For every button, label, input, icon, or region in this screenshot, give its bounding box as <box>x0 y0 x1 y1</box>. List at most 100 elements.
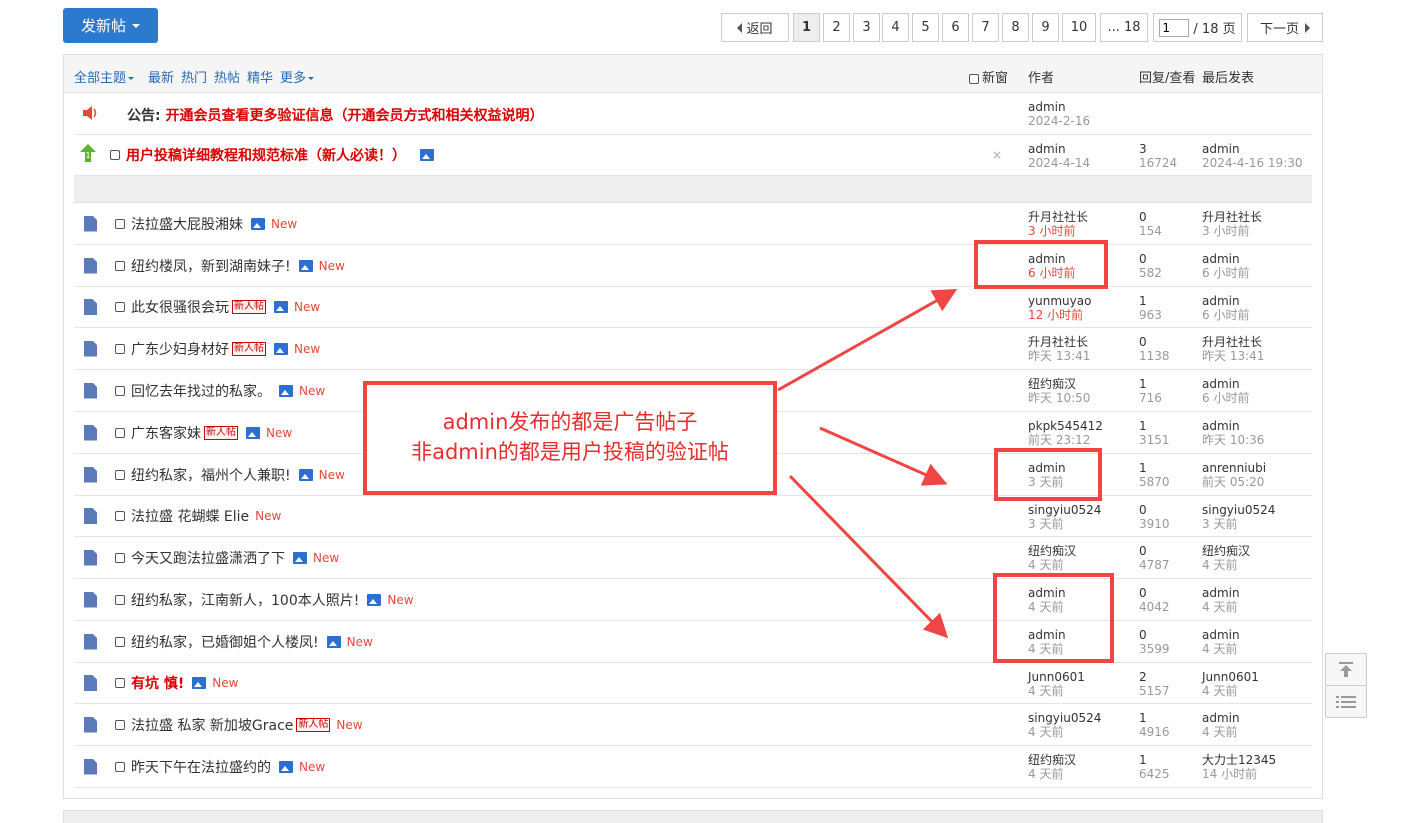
page-jump-input[interactable] <box>1159 18 1190 37</box>
pinned-author[interactable]: admin <box>1028 142 1090 156</box>
thread-author[interactable]: pkpk545412 <box>1028 419 1103 433</box>
thread-select-checkbox[interactable] <box>115 511 125 521</box>
page-link-3[interactable]: 3 <box>853 13 880 42</box>
pinned-last-user[interactable]: admin <box>1202 142 1303 156</box>
thread-row[interactable]: 法拉盛大屁股湘妹 New 升月社社长 3 小时前 0 154 升月社社长 3 小时前 <box>74 203 1312 245</box>
thread-last-user[interactable]: admin <box>1202 252 1249 266</box>
thread-title[interactable]: 回忆去年找过的私家。 <box>131 381 271 401</box>
thread-title[interactable]: 广东少妇身材好 <box>131 339 229 359</box>
filter-featured[interactable]: 精华 <box>247 67 273 86</box>
thread-row[interactable]: 广东少妇身材好 新人帖 New 升月社社长 昨天 13:41 0 1138 升月社社长 昨天 1… <box>74 328 1312 370</box>
thread-title[interactable]: 纽约楼凤，新到湖南妹子! <box>131 256 291 276</box>
thread-select-checkbox[interactable] <box>115 427 125 438</box>
page-link-2[interactable]: 2 <box>823 13 850 42</box>
thread-select-checkbox[interactable] <box>115 678 125 688</box>
page-link-5[interactable]: 5 <box>912 13 939 42</box>
thread-last-time[interactable]: 6 小时前 <box>1202 308 1249 322</box>
thread-select-checkbox[interactable] <box>115 636 125 647</box>
thread-author[interactable]: 升月社社长 <box>1028 335 1090 349</box>
thread-last-user[interactable]: singyiu0524 <box>1202 503 1275 517</box>
thread-select-checkbox[interactable] <box>115 218 125 229</box>
thread-last-user[interactable]: admin <box>1202 628 1240 642</box>
thread-title[interactable]: 纽约私家，江南新人，100本人照片! <box>131 590 359 610</box>
back-button[interactable]: 返回 <box>721 13 789 42</box>
thread-title[interactable]: 有坑 慎! <box>131 673 184 693</box>
filter-all-topics[interactable]: 全部主题 <box>74 67 135 86</box>
thread-row[interactable]: 纽约楼凤，新到湖南妹子! New admin 6 小时前 0 582 admin 6 小时前 <box>74 245 1312 287</box>
thread-last-user[interactable]: admin <box>1202 377 1249 391</box>
thread-select-checkbox[interactable] <box>115 719 125 730</box>
thread-select-checkbox[interactable] <box>115 302 125 312</box>
thread-title[interactable]: 法拉盛 花蝴蝶 Elie <box>131 506 249 526</box>
thread-author[interactable]: 纽约痴汉 <box>1028 377 1090 391</box>
thread-row[interactable]: 法拉盛 花蝴蝶 Elie New singyiu0524 3 天前 0 3910 singy… <box>74 496 1312 537</box>
post-new-thread-button[interactable]: 发新帖 <box>63 8 158 43</box>
next-page-button[interactable]: 下一页 <box>1247 13 1323 42</box>
page-link-10[interactable]: 10 <box>1062 13 1096 42</box>
thread-last-time[interactable]: 3 小时前 <box>1202 224 1262 238</box>
pinned-last-time[interactable]: 2024-4-16 19:30 <box>1202 156 1303 170</box>
thread-title[interactable]: 法拉盛大屁股湘妹 <box>131 214 243 234</box>
thread-last-time[interactable]: 6 小时前 <box>1202 391 1249 405</box>
thread-last-time[interactable]: 昨天 10:36 <box>1202 433 1264 447</box>
thread-author[interactable]: yunmuyao <box>1028 294 1091 308</box>
thread-row[interactable]: 有坑 慎! New Junn0601 4 天前 2 5157 Junn0601 4 天前 <box>74 663 1312 704</box>
thread-last-user[interactable]: admin <box>1202 294 1249 308</box>
thread-last-time[interactable]: 昨天 13:41 <box>1202 349 1264 363</box>
thread-select-checkbox[interactable] <box>110 150 120 160</box>
close-icon[interactable]: × <box>992 148 1002 162</box>
thread-last-time[interactable]: 4 天前 <box>1202 558 1250 572</box>
thread-last-time[interactable]: 4 天前 <box>1202 642 1240 656</box>
thread-last-user[interactable]: anrenniubi <box>1202 461 1266 475</box>
thread-title[interactable]: 纽约私家，福州个人兼职! <box>131 465 291 485</box>
new-window-toggle[interactable]: 新窗 <box>969 67 1008 86</box>
thread-last-time[interactable]: 前天 05:20 <box>1202 475 1266 489</box>
filter-more[interactable]: 更多 <box>280 67 315 86</box>
thread-title[interactable]: 此女很骚很会玩 <box>131 297 229 317</box>
thread-last-user[interactable]: 纽约痴汉 <box>1202 544 1250 558</box>
page-link-1[interactable]: 1 <box>793 13 820 42</box>
list-view-button[interactable] <box>1325 685 1367 718</box>
thread-last-time[interactable]: 14 小时前 <box>1202 767 1276 781</box>
thread-last-user[interactable]: admin <box>1202 419 1264 433</box>
back-to-top-button[interactable] <box>1325 653 1367 686</box>
thread-author[interactable]: 纽约痴汉 <box>1028 753 1076 767</box>
thread-title[interactable]: 广东客家妹 <box>131 423 201 443</box>
thread-last-user[interactable]: 升月社社长 <box>1202 335 1264 349</box>
thread-row[interactable]: 纽约私家，江南新人，100本人照片! New admin 4 天前 0 4042 admin… <box>74 579 1312 621</box>
thread-select-checkbox[interactable] <box>115 343 125 354</box>
page-last-link[interactable]: ... 18 <box>1100 13 1148 42</box>
filter-latest[interactable]: 最新 <box>148 67 174 86</box>
thread-title[interactable]: 纽约私家，已婚御姐个人楼凤! <box>131 632 319 652</box>
thread-row[interactable]: 今天又跑法拉盛潇洒了下 New 纽约痴汉 4 天前 0 4787 纽约痴汉 4 天前 <box>74 537 1312 579</box>
thread-last-time[interactable]: 4 天前 <box>1202 725 1240 739</box>
thread-select-checkbox[interactable] <box>115 469 125 480</box>
page-link-8[interactable]: 8 <box>1002 13 1029 42</box>
thread-title[interactable]: 昨天下午在法拉盛约的 <box>131 757 271 777</box>
page-link-6[interactable]: 6 <box>942 13 969 42</box>
pinned-thread-row[interactable]: 1 用户投稿详细教程和规范标准（新人必读！） × admin 2024-4-14… <box>74 135 1312 176</box>
page-link-9[interactable]: 9 <box>1032 13 1059 42</box>
thread-last-user[interactable]: admin <box>1202 711 1240 725</box>
thread-last-user[interactable]: admin <box>1202 586 1240 600</box>
thread-title[interactable]: 法拉盛 私家 新加坡Grace <box>131 715 293 735</box>
announcement-author[interactable]: admin <box>1028 100 1090 114</box>
thread-row[interactable]: 此女很骚很会玩 新人帖 New yunmuyao 12 小时前 1 963 admin 6 小时… <box>74 287 1312 328</box>
thread-row[interactable]: 纽约私家，已婚御姐个人楼凤! New admin 4 天前 0 3599 admin 4 天前 <box>74 621 1312 663</box>
thread-select-checkbox[interactable] <box>115 761 125 772</box>
thread-last-time[interactable]: 4 天前 <box>1202 684 1259 698</box>
pinned-thread-title[interactable]: 用户投稿详细教程和规范标准（新人必读！） <box>126 145 406 165</box>
filter-hot-posts[interactable]: 热帖 <box>214 67 240 86</box>
thread-author[interactable]: 升月社社长 <box>1028 210 1088 224</box>
thread-author[interactable]: 纽约痴汉 <box>1028 544 1076 558</box>
thread-last-user[interactable]: 大力士12345 <box>1202 753 1276 767</box>
thread-author[interactable]: Junn0601 <box>1028 670 1085 684</box>
page-link-4[interactable]: 4 <box>882 13 909 42</box>
thread-last-time[interactable]: 3 天前 <box>1202 517 1275 531</box>
thread-title[interactable]: 今天又跑法拉盛潇洒了下 <box>131 548 285 568</box>
thread-row[interactable]: 法拉盛 私家 新加坡Grace 新人帖 New singyiu0524 4 天前 1 491… <box>74 704 1312 746</box>
page-link-7[interactable]: 7 <box>972 13 999 42</box>
thread-last-time[interactable]: 4 天前 <box>1202 600 1240 614</box>
announcement-title[interactable]: 开通会员查看更多验证信息（开通会员方式和相关权益说明） <box>165 108 543 124</box>
thread-select-checkbox[interactable] <box>115 552 125 563</box>
